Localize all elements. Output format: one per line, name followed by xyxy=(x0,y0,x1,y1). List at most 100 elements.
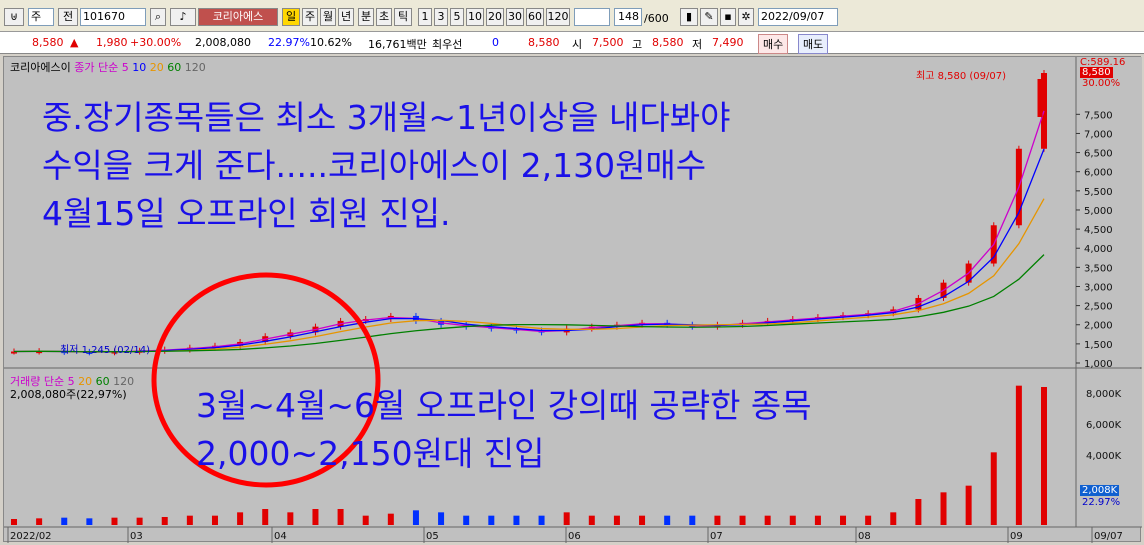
low-mark: 최저 1,245 (02/14) xyxy=(60,345,151,356)
tab-day[interactable]: 일 xyxy=(282,8,300,26)
n-10[interactable]: 10 xyxy=(466,8,484,26)
n-120[interactable]: 120 xyxy=(546,8,570,26)
tab-second[interactable]: 초 xyxy=(376,8,392,26)
speaker-icon[interactable]: ♪ xyxy=(170,8,196,26)
x-tick-label: 04 xyxy=(274,531,287,542)
overlay-line4: 3월~4월~6월 오프라인 강의때 공략한 종목 xyxy=(196,386,812,425)
open-label: 시 xyxy=(572,38,583,51)
price-tick-label: 2,000 xyxy=(1084,321,1113,332)
n-1[interactable]: 1 xyxy=(418,8,432,26)
volume-bar xyxy=(789,515,796,525)
save-icon[interactable]: ▪ xyxy=(720,8,736,26)
vol-text: 2,008,080주(22,97%) xyxy=(10,388,127,401)
count-input[interactable]: 148 xyxy=(614,8,642,26)
x-tick-label: 07 xyxy=(710,531,723,542)
price-tick-label: 7,000 xyxy=(1084,129,1113,140)
mode-select[interactable]: 주 xyxy=(28,8,54,26)
vol-pct: 22.97% xyxy=(1082,497,1121,508)
legend-label: 종가 단순 xyxy=(74,61,119,74)
volume-bar xyxy=(387,513,394,525)
volume-bar xyxy=(739,515,746,525)
volume-bar xyxy=(714,515,721,525)
tools-icon[interactable]: ✎ xyxy=(700,8,718,26)
tab-minute[interactable]: 분 xyxy=(358,8,374,26)
tab-tick[interactable]: 틱 xyxy=(394,8,412,26)
volume-bar xyxy=(262,509,269,525)
volume-bar xyxy=(412,510,419,525)
search-icon[interactable]: ⌕ xyxy=(150,8,166,26)
price-tick-label: 5,000 xyxy=(1084,206,1113,217)
price-tick-label: 7,500 xyxy=(1084,110,1113,121)
volume-bar xyxy=(237,512,244,525)
price-tick-label: 3,500 xyxy=(1084,263,1113,274)
n-60[interactable]: 60 xyxy=(526,8,544,26)
pref-label: 최우선 xyxy=(432,38,463,51)
volume-bar xyxy=(186,515,193,525)
high: 8,580 xyxy=(652,36,684,49)
sell-button[interactable]: 매도 xyxy=(798,34,829,54)
volume-bar xyxy=(588,515,595,525)
overlay-line5: 2,000~2,150원대 진입 xyxy=(196,434,545,473)
volume-bar xyxy=(488,515,495,525)
ma5: 5 xyxy=(121,61,129,74)
x-tick-label: 05 xyxy=(426,531,439,542)
c-pct: 30.00% xyxy=(1082,78,1121,89)
volume-bar xyxy=(312,509,319,525)
volume-bar xyxy=(639,515,646,525)
volume-bar xyxy=(161,517,168,525)
ma10: 10 xyxy=(132,61,147,74)
x-tick-label: 2022/02 xyxy=(10,531,52,542)
n-3[interactable]: 3 xyxy=(434,8,448,26)
volume-bar xyxy=(463,515,470,525)
price-legend: 코리아에스이 종가 단순 5 10 20 60 120 xyxy=(10,59,206,75)
n-20[interactable]: 20 xyxy=(486,8,504,26)
prev-button[interactable]: 전 xyxy=(58,8,78,26)
vol-tick-label: 4,000K xyxy=(1086,451,1122,462)
count-total: /600 xyxy=(644,12,669,25)
gear-icon[interactable]: ✲ xyxy=(738,8,754,26)
lock-icon[interactable]: ⊎ xyxy=(4,8,24,26)
x-tick-label: 06 xyxy=(568,531,581,542)
legend-name: 코리아에스이 xyxy=(10,61,71,74)
vol-tick-label: 8,000K xyxy=(1086,389,1122,400)
candle-icon[interactable]: ▮ xyxy=(680,8,698,26)
date-input[interactable]: 2022/09/07 xyxy=(758,8,838,26)
ratio: 10.62% xyxy=(310,36,352,49)
x-tick-label: 09/07 xyxy=(1094,531,1123,542)
change: 1,980 xyxy=(96,36,128,49)
tab-month[interactable]: 월 xyxy=(320,8,336,26)
volume-bar xyxy=(990,452,997,525)
tab-week[interactable]: 주 xyxy=(302,8,318,26)
code-input[interactable]: 101670 xyxy=(80,8,146,26)
volume-bar xyxy=(890,512,897,525)
tab-year[interactable]: 년 xyxy=(338,8,354,26)
overlay-line1: 중.장기종목들은 최소 3개월~1년이상을 내다봐야 xyxy=(42,98,731,137)
price-tick-label: 6,500 xyxy=(1084,149,1113,160)
c-price-tag: 8,580 xyxy=(1080,67,1113,78)
volume-bar xyxy=(664,515,671,525)
price-tick-label: 4,500 xyxy=(1084,225,1113,236)
vol-tick-label: 6,000K xyxy=(1086,420,1122,431)
chart-area[interactable]: 7,500 7,000 6,500 6,000 5,500 5,000 4,500 4,000… xyxy=(3,56,1142,543)
toolbar: ⊎ 주 전 101670 ⌕ ♪ 코리아에스 일 주 월 년 분 초 틱 1 3… xyxy=(0,0,1144,32)
low: 7,490 xyxy=(712,36,744,49)
volume-bar xyxy=(915,499,922,525)
stock-name[interactable]: 코리아에스 xyxy=(198,8,278,26)
volume-bar xyxy=(136,517,143,525)
volume-bar xyxy=(865,515,872,525)
hts-chart-window: ⊎ 주 전 101670 ⌕ ♪ 코리아에스 일 주 월 년 분 초 틱 1 3… xyxy=(0,0,1144,545)
volume-bar xyxy=(940,492,947,525)
n-30[interactable]: 30 xyxy=(506,8,524,26)
vol-tag: 2,008K xyxy=(1080,485,1120,496)
volume-bar xyxy=(840,515,847,525)
volume-bar xyxy=(287,512,294,525)
custom-period[interactable] xyxy=(574,8,610,26)
x-tick-label: 08 xyxy=(858,531,871,542)
ma20: 20 xyxy=(149,61,164,74)
low-label: 저 xyxy=(692,38,703,51)
turnover: 22.97% xyxy=(268,36,310,49)
buy-button[interactable]: 매수 xyxy=(758,34,789,54)
n-5[interactable]: 5 xyxy=(450,8,464,26)
amount: 16,761백만 xyxy=(368,38,427,51)
ma60: 60 xyxy=(167,61,182,74)
